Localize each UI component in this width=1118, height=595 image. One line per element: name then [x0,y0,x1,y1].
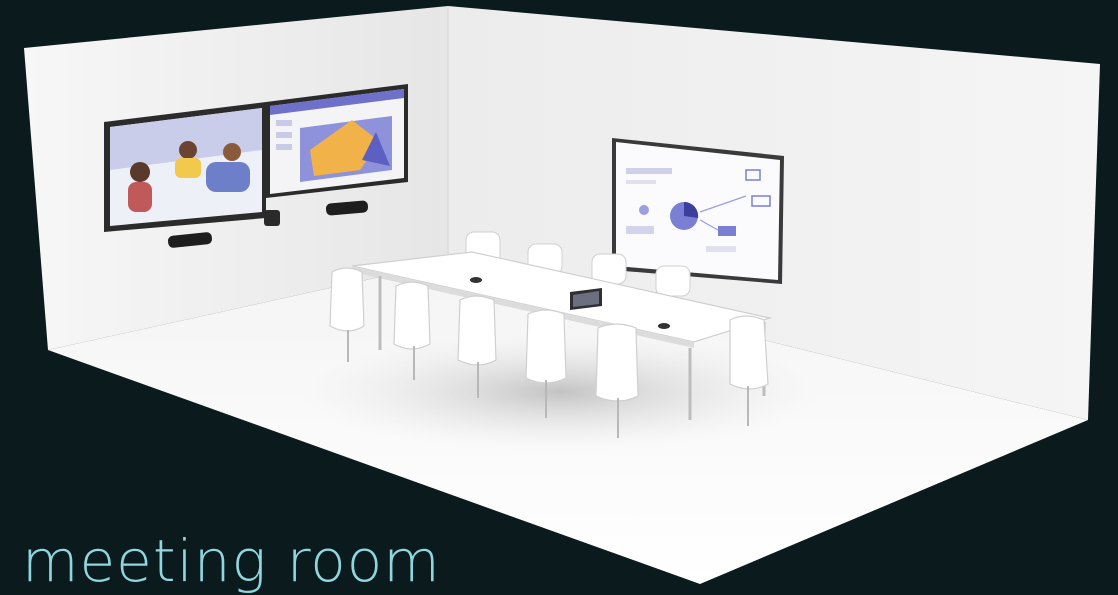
diagram-whiteboard-icon [612,138,784,284]
room-caption: meeting room [22,527,441,595]
presentation-display-icon [266,84,408,198]
camera-icon [264,210,280,226]
video-call-display-icon [104,102,266,232]
meeting-room-illustration [24,6,1100,584]
